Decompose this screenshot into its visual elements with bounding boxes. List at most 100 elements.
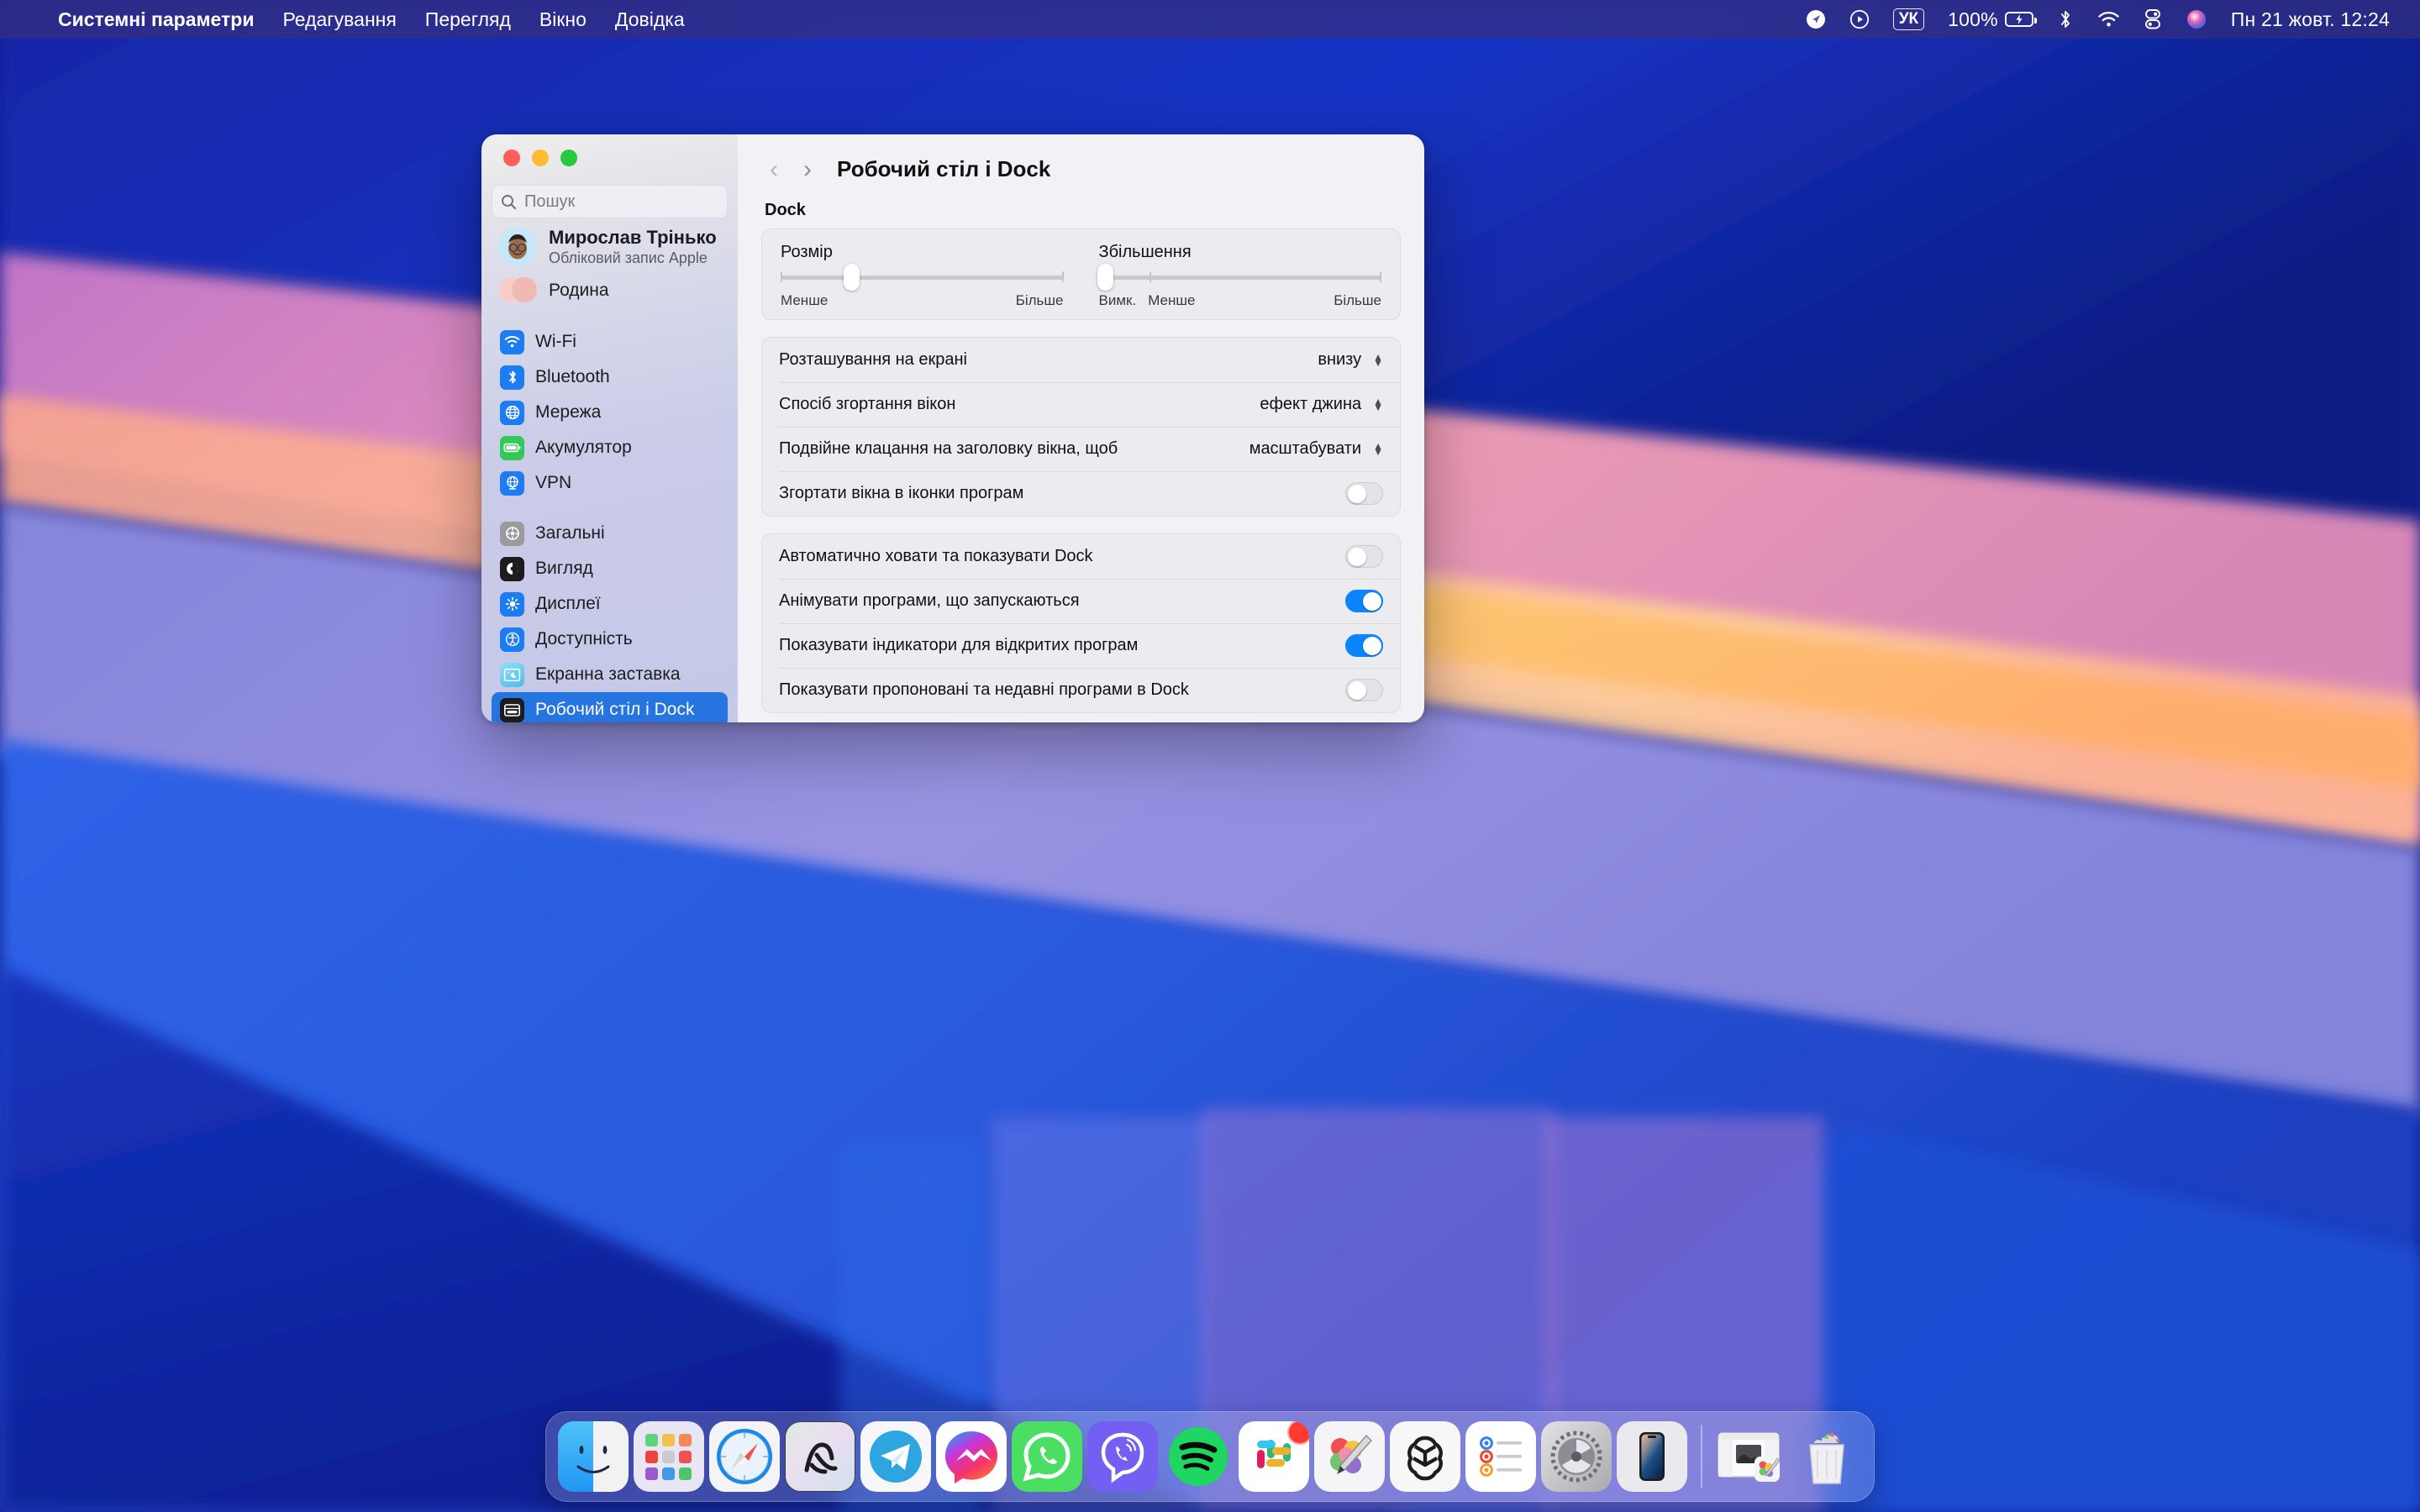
slider-tick-max [1061, 271, 1064, 282]
dock-animate-open-label: Анімувати програми, що запускаються [779, 591, 1080, 610]
menu-item-edit[interactable]: Редагування [268, 0, 410, 39]
battery-status[interactable]: 100% [1936, 8, 2045, 31]
siri-icon[interactable] [2174, 8, 2219, 30]
wifi-icon[interactable] [2086, 10, 2132, 29]
dock-position-row[interactable]: Розташування на екрані внизу ▲ ▼ [762, 338, 1400, 382]
sidebar-item-appearance[interactable]: Вигляд [492, 551, 728, 586]
dock-app-finder[interactable] [558, 1421, 629, 1492]
dock-app-reminders[interactable] [1465, 1421, 1536, 1492]
slider-thumb[interactable] [844, 264, 860, 291]
dock-app-chatgpt[interactable] [1390, 1421, 1460, 1492]
menu-item-help[interactable]: Довідка [601, 0, 699, 39]
dock-app-whatsapp[interactable] [1012, 1421, 1082, 1492]
location-arrow-icon[interactable] [1794, 9, 1838, 29]
dock-magnification-label: Збільшення [1098, 243, 1192, 261]
sidebar-item-label: Робочий стіл і Dock [535, 700, 695, 719]
chevron-updown-icon: ▲ ▼ [1373, 395, 1383, 413]
search-input[interactable]: Пошук [492, 185, 728, 218]
close-button[interactable] [503, 150, 520, 166]
dock-minimize-effect-popup[interactable]: ефект джина ▲ ▼ [1260, 395, 1383, 414]
dock-app-system-settings[interactable] [1541, 1421, 1612, 1492]
dock-indicators-row[interactable]: Показувати індикатори для відкритих прог… [762, 623, 1400, 668]
bluetooth-icon[interactable] [2045, 8, 2086, 30]
magnification-min-label: Менше [1148, 292, 1196, 308]
dock-autohide-toggle[interactable] [1345, 545, 1383, 568]
search-icon [502, 194, 517, 209]
sidebar-item-screensaver[interactable]: Екранна заставка [492, 657, 728, 692]
dock-app-viber[interactable] [1087, 1421, 1158, 1492]
bluetooth-icon [500, 365, 524, 390]
sidebar-item-family[interactable]: Родина [492, 272, 728, 309]
control-center-icon[interactable] [2132, 8, 2174, 30]
dock-minimize-into-icon-row[interactable]: Згортати вікна в іконки програм [762, 471, 1400, 516]
dock-double-click-row[interactable]: Подвійне клацання на заголовку вікна, що… [762, 427, 1400, 471]
dock-app-slack[interactable] [1239, 1421, 1309, 1492]
dock-indicators-toggle[interactable] [1345, 634, 1383, 657]
dock-options-card: Автоматично ховати та показувати Dock Ан… [761, 533, 1401, 713]
dock-minimize-into-icon-toggle[interactable] [1345, 482, 1383, 505]
dock-recents-row[interactable]: Показувати пропоновані та недавні програ… [762, 668, 1400, 712]
dock-minimize-effect-label: Спосіб згортання вікон [779, 395, 956, 413]
dock-magnification-endlabels: Вимк. Менше Більше [1099, 292, 1382, 309]
sidebar-item-displays[interactable]: Дисплеї [492, 586, 728, 622]
dock-app-pixelmator[interactable] [1314, 1421, 1385, 1492]
dock-double-click-value: масштабувати [1249, 439, 1362, 458]
menu-bar-status-area: УК 100% Пн 21 жовт. 12:24 [1794, 8, 2402, 31]
battery-percent-label: 100% [1948, 8, 1998, 30]
chevron-updown-icon: ▲ ▼ [1373, 350, 1383, 369]
sidebar-item-label: Доступність [535, 629, 633, 648]
sidebar-item-battery[interactable]: Акумулятор [492, 430, 728, 465]
dock-recents-toggle[interactable] [1345, 679, 1383, 701]
menu-item-window[interactable]: Вікно [525, 0, 601, 39]
dock-app-messenger[interactable] [936, 1421, 1007, 1492]
slider-tick-min [781, 271, 782, 282]
slider-tick-max [1380, 271, 1381, 282]
sidebar-item-general[interactable]: Загальні [492, 516, 728, 551]
play-circle-icon[interactable] [1838, 9, 1881, 29]
dock-app-telegram[interactable] [860, 1421, 931, 1492]
chevron-right-icon[interactable]: › [795, 156, 820, 182]
account-row[interactable]: Мирослав Трінько Обліковий запис Apple [492, 218, 728, 272]
desktop-dock-icon [500, 697, 524, 722]
zoom-button[interactable] [560, 150, 577, 166]
dock-animate-open-row[interactable]: Анімувати програми, що запускаються [762, 579, 1400, 623]
dock-autohide-row[interactable]: Автоматично ховати та показувати Dock [762, 534, 1400, 579]
dock-position-value: внизу [1318, 350, 1362, 369]
slider-row: Розмір Менше Більше Збільшення Вимк. Мен… [762, 229, 1400, 319]
dock-recents-label: Показувати пропоновані та недавні програ… [779, 680, 1189, 699]
dock-minimized-window[interactable] [1716, 1421, 1786, 1492]
dock-trash[interactable] [1791, 1421, 1862, 1492]
slider-thumb[interactable] [1097, 264, 1113, 291]
dock-position-popup[interactable]: внизу ▲ ▼ [1318, 350, 1383, 370]
menu-item-view[interactable]: Перегляд [411, 0, 525, 39]
dock-app-iphone-mirroring[interactable] [1617, 1421, 1687, 1492]
menu-bar-left: Системні параметри Редагування Перегляд … [18, 0, 699, 39]
settings-main-pane: ‹ › Робочий стіл і Dock Dock Розмір Менш… [738, 134, 1424, 722]
sidebar-item-label: Акумулятор [535, 438, 632, 457]
dock-double-click-popup[interactable]: масштабувати ▲ ▼ [1249, 439, 1383, 459]
dock-app-arc[interactable] [785, 1421, 855, 1492]
section-title-dock: Dock [765, 201, 806, 219]
minimize-button[interactable] [532, 150, 549, 166]
slider-track [781, 276, 1064, 280]
menu-item-app[interactable]: Системні параметри [44, 0, 268, 39]
dock-magnification-slider[interactable] [1097, 264, 1381, 291]
input-source-indicator[interactable]: УК [1881, 8, 1936, 30]
dock-minimize-effect-row[interactable]: Спосіб згортання вікон ефект джина ▲ ▼ [762, 382, 1400, 427]
sidebar-item-bluetooth[interactable]: Bluetooth [492, 360, 728, 395]
sidebar-item-wifi[interactable]: Wi-Fi [492, 324, 728, 360]
sidebar-item-network[interactable]: Мережа [492, 395, 728, 430]
dock-app-launchpad[interactable] [634, 1421, 704, 1492]
menu-bar-clock[interactable]: Пн 21 жовт. 12:24 [2219, 8, 2402, 31]
page-title: Робочий стіл і Dock [837, 156, 1051, 181]
dock-size-slider[interactable] [781, 264, 1064, 291]
chevron-left-icon[interactable]: ‹ [761, 156, 786, 182]
account-text-block: Мирослав Трінько Обліковий запис Apple [549, 227, 717, 267]
sidebar-item-vpn[interactable]: VPN [492, 465, 728, 501]
dock-app-spotify[interactable] [1163, 1421, 1234, 1492]
dock-animate-open-toggle[interactable] [1345, 590, 1383, 612]
sidebar-item-accessibility[interactable]: Доступність [492, 622, 728, 657]
dock-double-click-label: Подвійне клацання на заголовку вікна, що… [779, 439, 1118, 458]
sidebar-item-desktop-and-dock[interactable]: Робочий стіл і Dock [492, 692, 728, 722]
dock-app-safari[interactable] [709, 1421, 780, 1492]
